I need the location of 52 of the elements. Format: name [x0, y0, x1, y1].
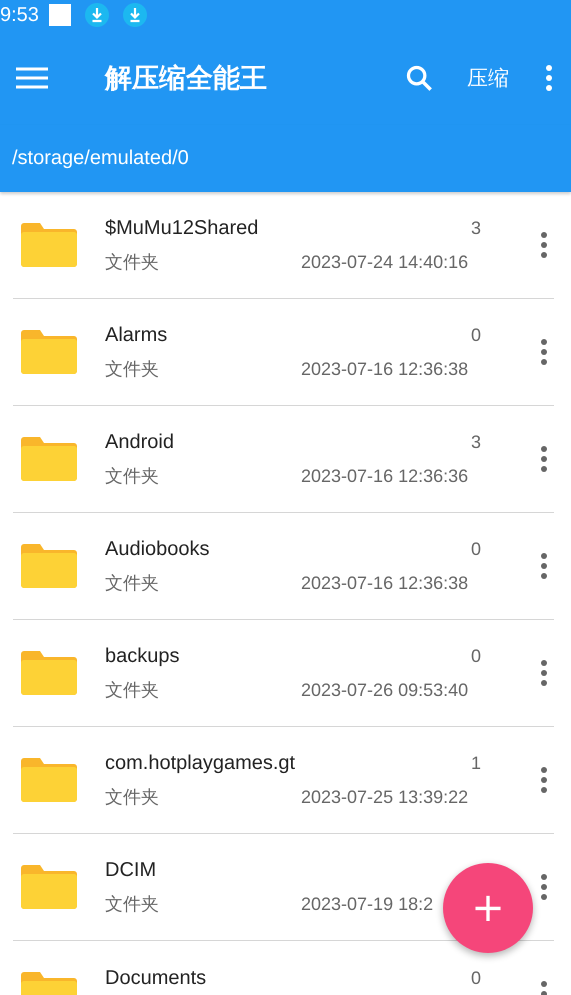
search-icon[interactable] [405, 64, 433, 92]
modified-date: 2023-07-16 12:36:36 [301, 466, 468, 486]
file-type: 文件夹 [105, 786, 160, 808]
download-icon [122, 3, 147, 27]
item-count: 3 [470, 218, 481, 238]
file-name[interactable]: Alarms [105, 324, 168, 346]
file-name[interactable]: DCIM [105, 858, 156, 882]
folder-icon[interactable] [21, 758, 77, 802]
modified-date: 2023-07-26 09:53:40 [301, 680, 468, 700]
file-name[interactable]: com.hotplaygames.gt [105, 752, 296, 774]
item-count: 0 [470, 968, 481, 988]
folder-icon[interactable] [21, 865, 77, 909]
modified-date: 2023-07-25 13:39:22 [301, 786, 468, 808]
file-name[interactable]: backups [105, 644, 180, 668]
file-type: 文件夹 [105, 250, 160, 274]
app-title: 解压缩全能王 [105, 62, 268, 96]
file-name[interactable]: Documents [105, 966, 206, 990]
modified-date: 2023-07-16 12:36:38 [301, 572, 468, 594]
more-icon[interactable] [545, 64, 553, 90]
current-path: /storage/emulated/0 [12, 147, 189, 170]
file-name[interactable]: Android [105, 430, 174, 454]
modified-date: 2023-07-19 18:2 [301, 894, 434, 914]
item-count: 0 [470, 538, 481, 560]
file-type: 文件夹 [105, 892, 160, 916]
folder-icon[interactable] [21, 330, 77, 374]
file-type: 文件夹 [105, 678, 160, 702]
item-count: 1 [470, 752, 481, 774]
more-icon[interactable] [540, 339, 548, 365]
item-count: 0 [470, 324, 481, 346]
download-icon [84, 3, 109, 27]
more-icon[interactable] [540, 767, 548, 793]
folder-icon[interactable] [21, 437, 77, 481]
more-icon[interactable] [540, 446, 548, 472]
folder-icon[interactable] [21, 651, 77, 695]
more-icon[interactable] [540, 660, 548, 686]
file-type: 文件夹 [105, 358, 160, 380]
item-count: 0 [470, 646, 481, 666]
folder-icon[interactable] [21, 544, 77, 588]
modified-date: 2023-07-24 14:40:16 [301, 252, 468, 272]
item-count: 3 [470, 432, 481, 452]
folder-icon[interactable] [21, 223, 77, 267]
clock: 9:53 [0, 4, 39, 26]
modified-date: 2023-07-16 12:36:38 [301, 358, 468, 380]
file-name[interactable]: Audiobooks [105, 538, 210, 560]
more-icon[interactable] [540, 553, 548, 579]
more-icon[interactable] [540, 874, 548, 900]
more-icon[interactable] [540, 232, 548, 258]
file-type: 文件夹 [105, 464, 160, 488]
file-type: 文件夹 [105, 572, 160, 594]
notification-icon [48, 4, 71, 26]
menu-icon[interactable] [16, 66, 48, 90]
file-name[interactable]: $MuMu12Shared [105, 216, 258, 240]
